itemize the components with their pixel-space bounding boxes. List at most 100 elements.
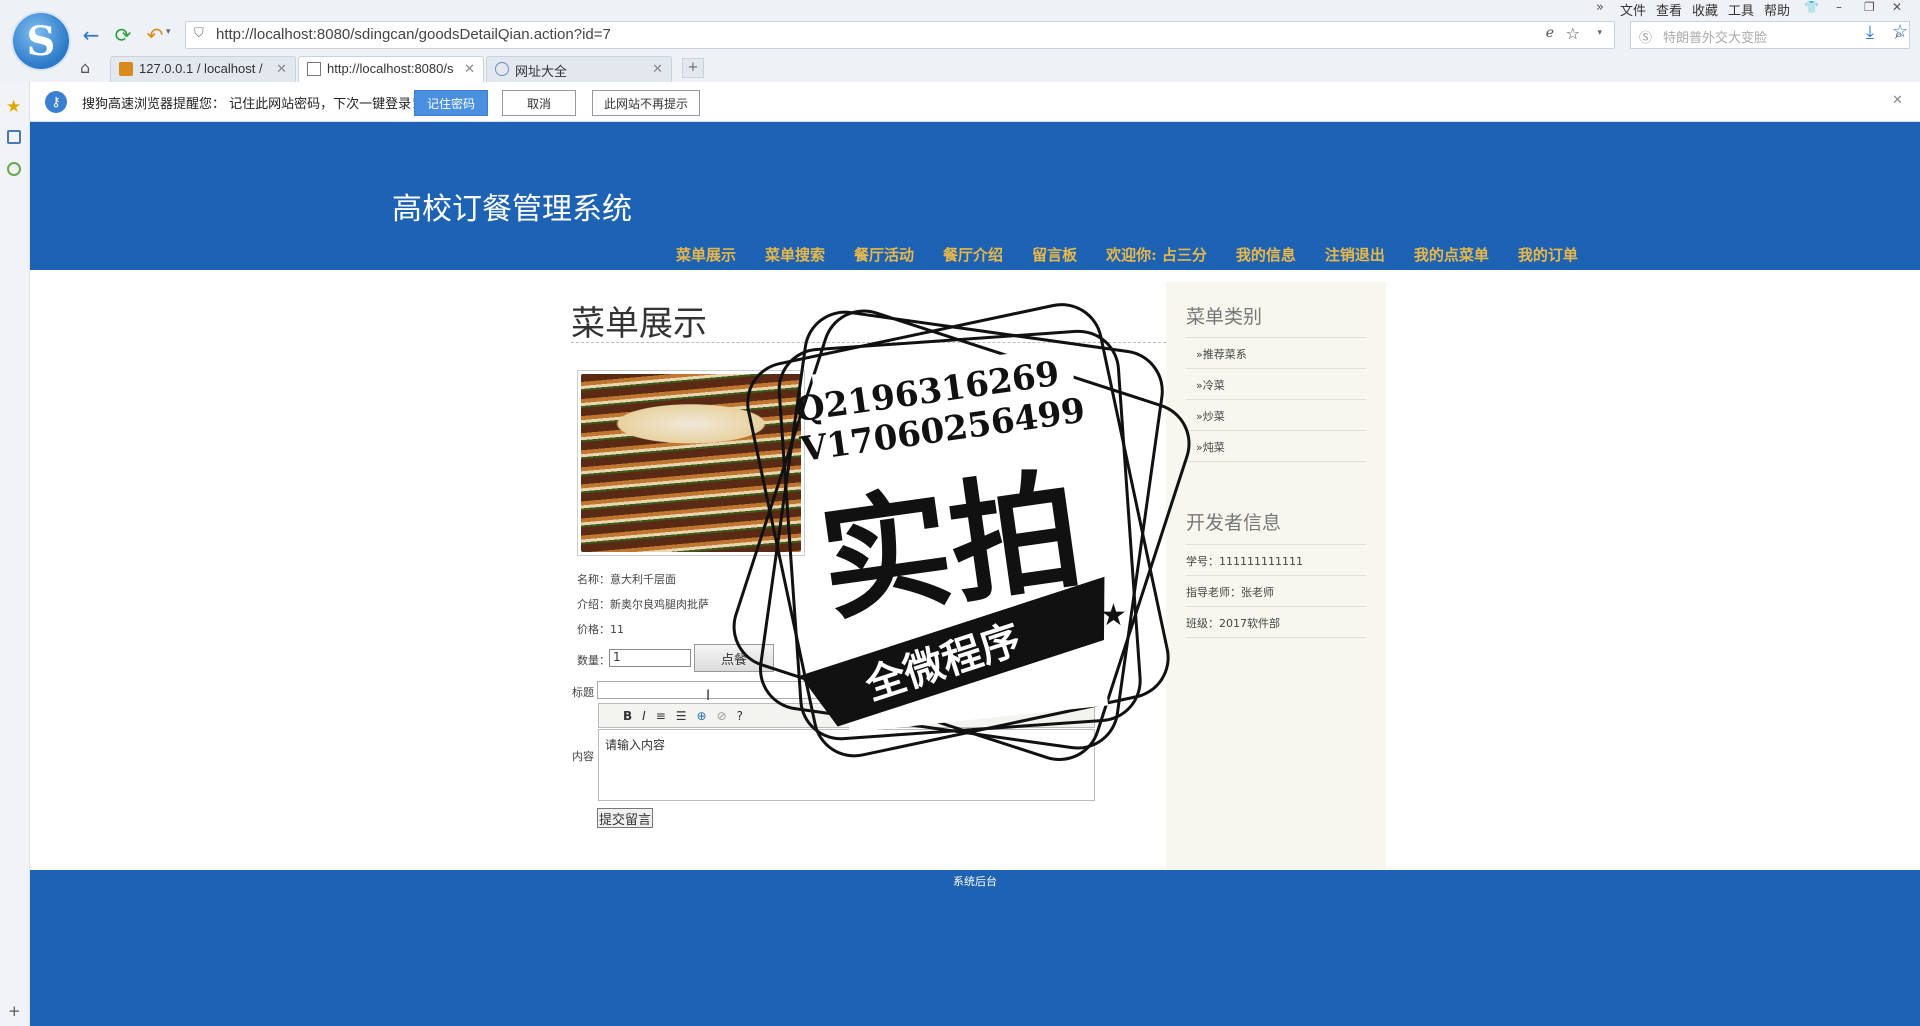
nav-my-orders[interactable]: 我的订单 xyxy=(1518,244,1578,265)
refresh-icon[interactable]: ⟳ xyxy=(110,22,136,48)
url-text[interactable]: http://localhost:8080/sdingcan/goodsDeta… xyxy=(216,26,611,43)
skin-icon[interactable]: 👕 xyxy=(1804,0,1819,14)
tab-close-icon[interactable]: ✕ xyxy=(464,61,475,77)
tab-url-directory[interactable]: 网址大全 ✕ xyxy=(486,56,672,82)
favorite-star-icon[interactable]: ☆ xyxy=(1566,24,1580,43)
italic-icon[interactable]: I xyxy=(642,709,646,723)
advisor: 指导老师：张老师 xyxy=(1186,586,1274,599)
password-message: 搜狗高速浏览器提醒您： 记住此网站密码，下次一键登录！ xyxy=(82,97,425,112)
message-editor[interactable]: 请输入内容 xyxy=(598,729,1095,801)
divider xyxy=(1186,399,1366,400)
divider xyxy=(1186,606,1366,607)
tab-close-icon[interactable]: ✕ xyxy=(276,61,287,77)
food-image xyxy=(581,374,801,552)
category-cold-dishes[interactable]: »冷菜 xyxy=(1196,377,1225,393)
undo-dropdown-icon[interactable]: ▾ xyxy=(166,27,171,37)
class-info: 班级：2017软件部 xyxy=(1186,617,1280,630)
category-stir-fry[interactable]: »炒菜 xyxy=(1196,408,1225,424)
nav-restaurant-intro[interactable]: 餐厅介绍 xyxy=(943,244,1003,265)
divider xyxy=(1186,337,1366,338)
nav-menu-search[interactable]: 菜单搜索 xyxy=(765,244,825,265)
new-tab-button[interactable]: + xyxy=(682,58,704,78)
sogou-logo-icon[interactable]: S xyxy=(13,13,69,69)
history-icon[interactable] xyxy=(7,162,21,176)
site-header: 高校订餐管理系统 菜单展示 菜单搜索 餐厅活动 餐厅介绍 留言板 欢迎你: 占三… xyxy=(30,122,1920,270)
nav-logout[interactable]: 注销退出 xyxy=(1325,244,1385,265)
tab-label: http://localhost:8080/s xyxy=(327,61,454,76)
developer-heading: 开发者信息 xyxy=(1186,512,1282,534)
address-bar[interactable]: ⛉ http://localhost:8080/sdingcan/goodsDe… xyxy=(185,21,1615,49)
favorites-star-icon[interactable]: ★ xyxy=(6,97,21,117)
category-heading: 菜单类别 xyxy=(1186,306,1263,328)
browser-sidebar: ★ + xyxy=(0,82,30,1026)
never-prompt-button[interactable]: 此网站不再提示 xyxy=(592,90,700,116)
url-dropdown-icon[interactable]: ▾ xyxy=(1597,28,1602,38)
menu-tools[interactable]: 工具 xyxy=(1728,0,1754,19)
minimize-icon[interactable]: – xyxy=(1836,0,1842,14)
divider xyxy=(1186,544,1366,545)
title-divider xyxy=(571,342,1171,343)
close-window-icon[interactable]: ✕ xyxy=(1892,0,1902,14)
category-stew[interactable]: »炖菜 xyxy=(1196,439,1225,455)
close-bar-icon[interactable]: ✕ xyxy=(1892,93,1903,108)
category-recommended[interactable]: »推荐菜系 xyxy=(1196,346,1247,362)
pma-icon xyxy=(119,62,133,76)
unlink-icon[interactable]: ⊘ xyxy=(717,709,727,723)
quantity-label: 数量： xyxy=(577,654,610,667)
tab-close-icon[interactable]: ✕ xyxy=(652,61,663,77)
site-footer: 系统后台 xyxy=(30,870,1920,1026)
divider xyxy=(1186,461,1366,462)
page-icon xyxy=(307,62,321,76)
cancel-button[interactable]: 取消 xyxy=(502,90,576,116)
nav-my-info[interactable]: 我的信息 xyxy=(1236,244,1296,265)
admin-backend-link[interactable]: 系统后台 xyxy=(953,873,997,889)
globe-icon xyxy=(495,62,509,76)
tab-localhost[interactable]: http://localhost:8080/s ✕ xyxy=(298,56,484,82)
add-sidebar-icon[interactable]: + xyxy=(8,1002,21,1020)
download-icon[interactable]: ⤓ xyxy=(1866,22,1874,43)
divider xyxy=(1186,575,1366,576)
remember-password-button[interactable]: 记住密码 xyxy=(414,90,488,116)
tab-label: 网址大全 xyxy=(515,64,568,79)
nav-menu-display[interactable]: 菜单展示 xyxy=(676,244,736,265)
nav-my-order-list[interactable]: 我的点菜单 xyxy=(1414,244,1489,265)
nav-message-board[interactable]: 留言板 xyxy=(1032,244,1077,265)
tab-phpmyadmin[interactable]: 127.0.0.1 / localhost / ✕ xyxy=(110,56,296,82)
tab-label: 127.0.0.1 / localhost / xyxy=(139,61,263,76)
back-icon[interactable]: ← xyxy=(78,22,104,48)
unordered-list-icon[interactable]: ☰ xyxy=(676,709,687,723)
undo-icon[interactable]: ↶ xyxy=(142,22,168,48)
link-icon[interactable]: ⊕ xyxy=(697,709,707,723)
divider xyxy=(1186,637,1366,638)
menu-view[interactable]: 查看 xyxy=(1656,0,1682,19)
bold-icon[interactable]: B xyxy=(623,709,632,723)
message-content-label: 内容 xyxy=(572,750,594,763)
menu-help[interactable]: 帮助 xyxy=(1764,0,1790,19)
content-title: 菜单展示 xyxy=(571,304,707,344)
bookmark-star-icon[interactable]: ☆ xyxy=(1892,21,1908,42)
menu-file[interactable]: 文件 xyxy=(1620,0,1646,19)
submit-message-button[interactable]: 提交留言 xyxy=(597,808,653,828)
site-nav: 菜单展示 菜单搜索 餐厅活动 餐厅介绍 留言板 欢迎你: 占三分 我的信息 注销… xyxy=(676,244,1607,265)
food-price: 价格：11 xyxy=(577,623,624,636)
divider xyxy=(1186,368,1366,369)
reading-icon[interactable] xyxy=(7,130,21,144)
shield-icon: ⛉ xyxy=(194,26,204,41)
home-icon[interactable]: ⌂ xyxy=(80,58,90,77)
search-placeholder[interactable]: 特朗普外交大变脸 xyxy=(1663,27,1767,46)
quantity-input[interactable]: 1 xyxy=(609,649,691,667)
restore-icon[interactable]: ❐ xyxy=(1864,0,1875,14)
nav-activities[interactable]: 餐厅活动 xyxy=(854,244,914,265)
divider xyxy=(1186,430,1366,431)
more-icon[interactable]: » xyxy=(1596,0,1604,15)
message-title-input[interactable] xyxy=(597,681,1097,699)
editor-toolbar: B I ≡ ☰ ⊕ ⊘ ? xyxy=(598,703,1095,728)
order-button[interactable]: 点餐 xyxy=(694,644,774,672)
message-title-label: 标题 xyxy=(572,686,594,699)
help-icon[interactable]: ? xyxy=(737,709,743,723)
menu-favorites[interactable]: 收藏 xyxy=(1692,0,1718,19)
ie-mode-icon[interactable]: ℯ xyxy=(1546,25,1554,41)
food-image-frame xyxy=(577,370,805,556)
nav-welcome-user[interactable]: 欢迎你: 占三分 xyxy=(1106,244,1207,265)
ordered-list-icon[interactable]: ≡ xyxy=(656,709,666,723)
